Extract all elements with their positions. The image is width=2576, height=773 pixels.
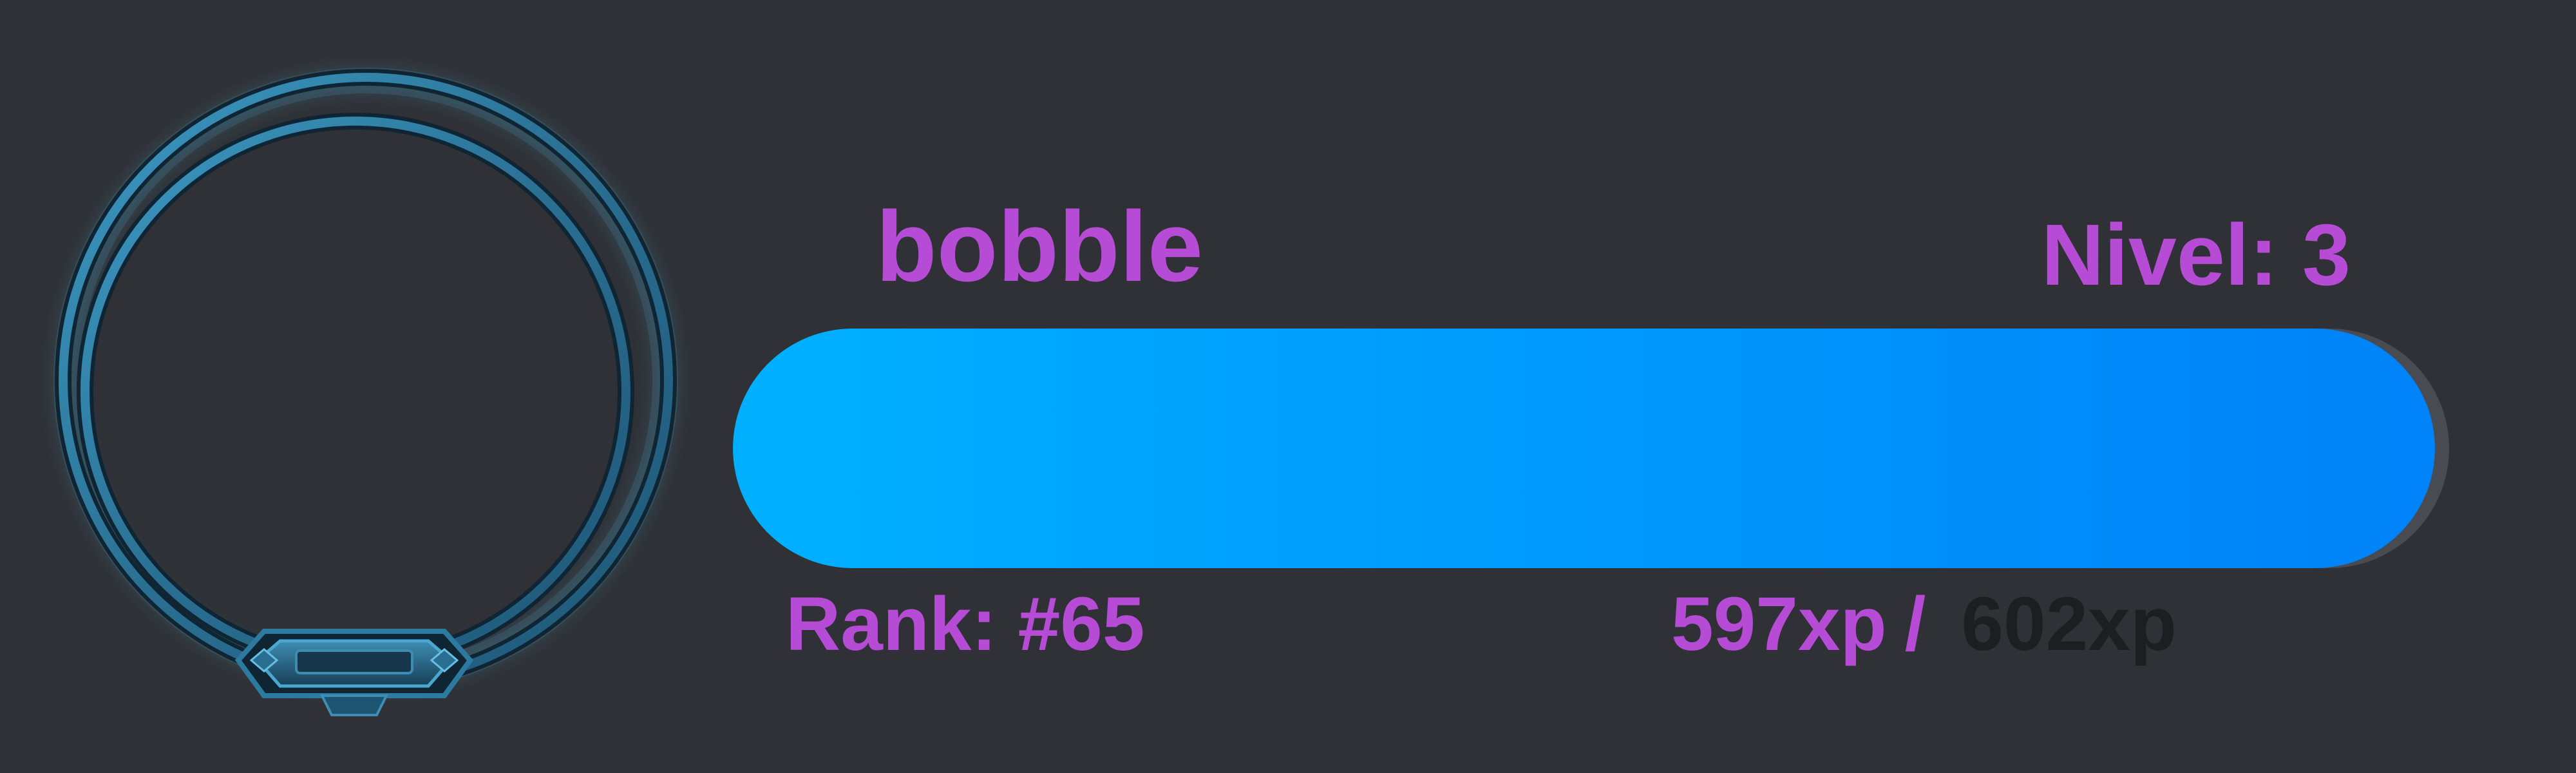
xp-display: 597xp/602xp bbox=[1671, 586, 2177, 662]
xp-current: 597xp bbox=[1671, 582, 1887, 667]
xp-separator: / bbox=[1904, 582, 1926, 667]
rank-card: bobble Nivel: 3 Rank: #65 597xp/602xp bbox=[0, 0, 2576, 773]
level-display: Nivel: 3 bbox=[2041, 211, 2351, 298]
xp-progress-bar bbox=[733, 329, 2449, 568]
username: bobble bbox=[876, 191, 1203, 302]
xp-progress-fill bbox=[733, 329, 2435, 568]
level-value: 3 bbox=[2302, 206, 2351, 303]
rank-text: Rank: #65 bbox=[786, 582, 1145, 667]
level-label: Nivel: bbox=[2041, 206, 2278, 303]
ornate-ring-frame-icon bbox=[26, 52, 734, 760]
xp-max: 602xp bbox=[1961, 582, 2177, 667]
